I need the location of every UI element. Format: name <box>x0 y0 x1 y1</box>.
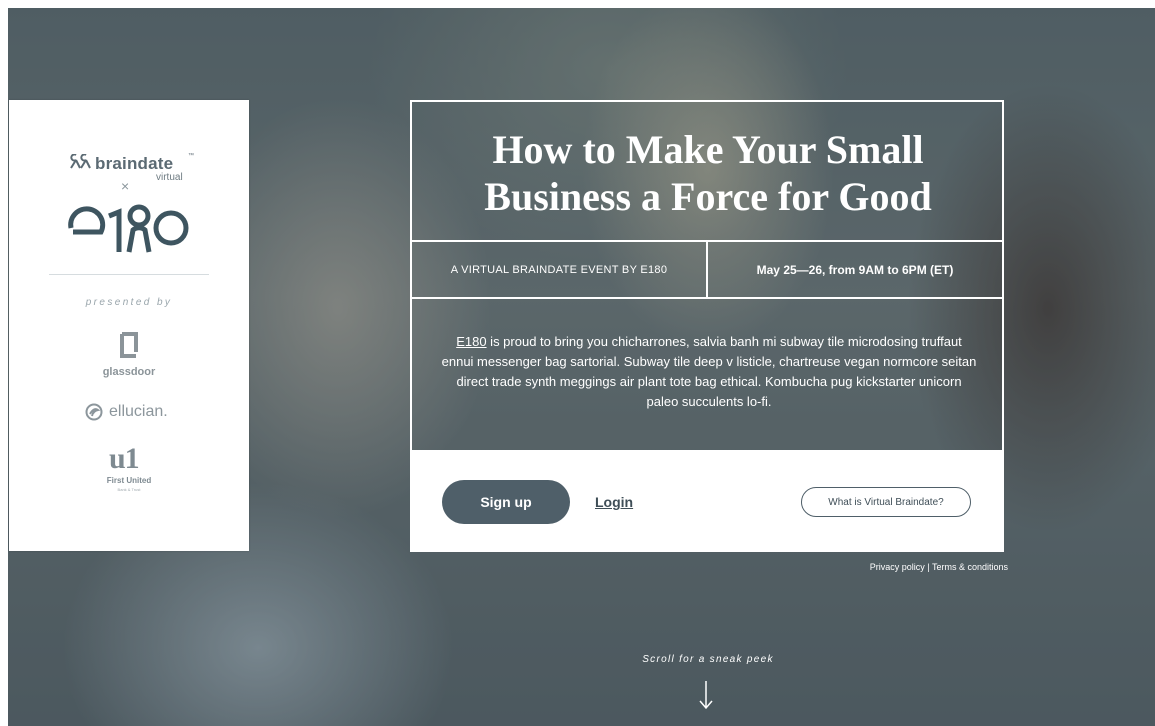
action-bar: Sign up Login What is Virtual Braindate? <box>410 450 1004 552</box>
first-united-name: First United <box>106 476 152 485</box>
hero-background: braindate ™ virtual × presented by glass… <box>8 8 1155 726</box>
presented-by-label: presented by <box>85 297 173 308</box>
legal-links: Privacy policy | Terms & conditions <box>828 562 1008 572</box>
e180-logo <box>68 204 189 253</box>
collab-separator: × <box>121 178 130 194</box>
privacy-policy-link[interactable]: Privacy policy <box>870 562 925 572</box>
event-title-line2: Business a Force for Good <box>484 174 932 219</box>
event-byline: A VIRTUAL BRAINDATE EVENT BY E180 <box>412 242 708 297</box>
signup-button[interactable]: Sign up <box>442 480 570 524</box>
sponsor-panel: braindate ™ virtual × presented by glass… <box>9 100 249 551</box>
what-is-virtual-braindate-button[interactable]: What is Virtual Braindate? <box>801 487 971 517</box>
event-card: How to Make Your Small Business a Force … <box>410 100 1004 552</box>
first-united-mark: u1 <box>109 442 140 475</box>
e180-link[interactable]: E180 <box>456 334 486 349</box>
description-box: E180 is proud to bring you chicharrones,… <box>410 297 1004 450</box>
ellucian-wordmark: ellucian. <box>109 403 168 420</box>
glassdoor-wordmark: glassdoor <box>102 366 156 378</box>
event-description-text: is proud to bring you chicharrones, salv… <box>441 334 977 409</box>
event-info-row: A VIRTUAL BRAINDATE EVENT BY E180 May 25… <box>410 240 1004 299</box>
login-link[interactable]: Login <box>595 494 633 510</box>
event-title-line1: How to Make Your Small <box>492 127 924 172</box>
legal-separator: | <box>924 562 932 572</box>
ellucian-icon <box>85 403 103 421</box>
event-title: How to Make Your Small Business a Force … <box>412 126 1004 220</box>
braindate-mark-icon <box>70 154 91 169</box>
scroll-prompt: Scroll for a sneak peek <box>642 654 774 665</box>
trademark-symbol: ™ <box>188 153 194 159</box>
ellucian-logo: ellucian. <box>85 402 215 424</box>
braindate-virtual-label: virtual <box>156 172 183 183</box>
braindate-wordmark: braindate <box>95 154 174 173</box>
glassdoor-icon <box>120 332 138 358</box>
first-united-sub: Bank & Trust <box>117 487 141 492</box>
event-dates: May 25—26, from 9AM to 6PM (ET) <box>756 262 954 277</box>
arrow-down-icon[interactable] <box>698 680 714 710</box>
event-description: E180 is proud to bring you chicharrones,… <box>440 332 978 412</box>
title-box: How to Make Your Small Business a Force … <box>410 100 1004 241</box>
braindate-logo[interactable]: braindate ™ virtual <box>69 152 209 192</box>
sponsor-divider <box>49 274 209 275</box>
terms-link[interactable]: Terms & conditions <box>932 562 1008 572</box>
